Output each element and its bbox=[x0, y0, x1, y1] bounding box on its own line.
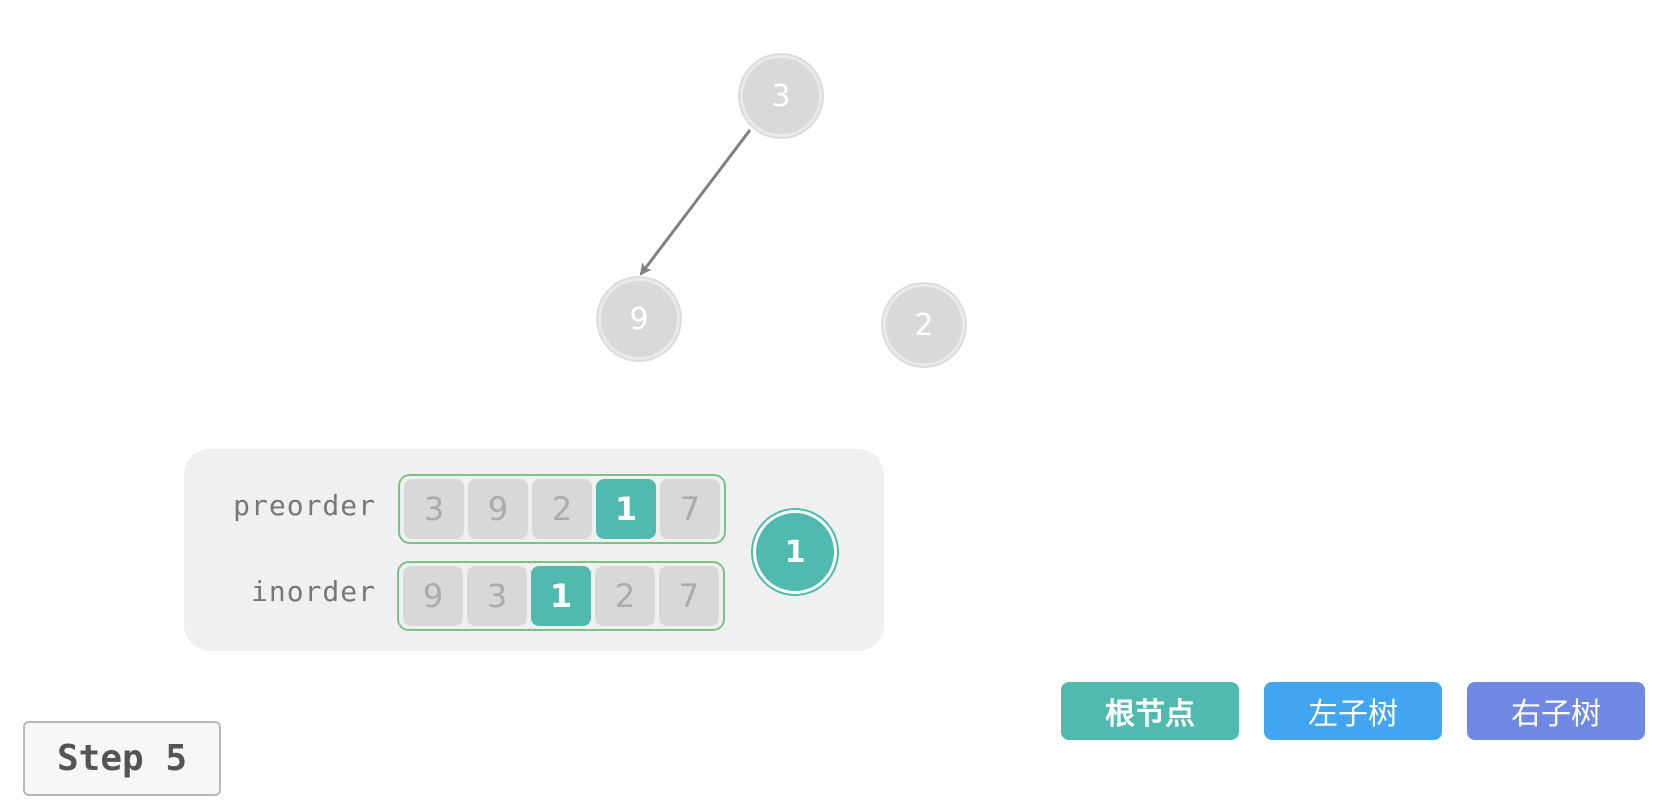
edge-3-to-9 bbox=[639, 129, 752, 276]
preorder-label: preorder bbox=[233, 489, 376, 522]
inorder-cell: 2 bbox=[595, 566, 655, 626]
inorder-cell: 3 bbox=[467, 566, 527, 626]
preorder-cell-highlighted: 1 bbox=[596, 479, 656, 539]
inorder-label: inorder bbox=[250, 575, 376, 608]
legend-root: 根节点 bbox=[1061, 682, 1239, 740]
inorder-cell: 7 bbox=[659, 566, 719, 626]
inorder-array: 9 3 1 2 7 bbox=[397, 561, 725, 631]
current-root-node: 1 bbox=[753, 510, 837, 594]
step-indicator: Step 5 bbox=[23, 721, 221, 796]
legend-right-subtree: 右子树 bbox=[1467, 682, 1645, 740]
preorder-cell: 7 bbox=[660, 479, 720, 539]
preorder-array: 3 9 2 1 7 bbox=[398, 474, 726, 544]
tree-node-9: 9 bbox=[598, 278, 680, 360]
preorder-cell: 3 bbox=[404, 479, 464, 539]
preorder-cell: 2 bbox=[532, 479, 592, 539]
tree-node-3: 3 bbox=[740, 55, 822, 137]
inorder-cell-highlighted: 1 bbox=[531, 566, 591, 626]
legend-left-subtree: 左子树 bbox=[1264, 682, 1442, 740]
inorder-cell: 9 bbox=[403, 566, 463, 626]
preorder-cell: 9 bbox=[468, 479, 528, 539]
tree-node-2: 2 bbox=[883, 284, 965, 366]
